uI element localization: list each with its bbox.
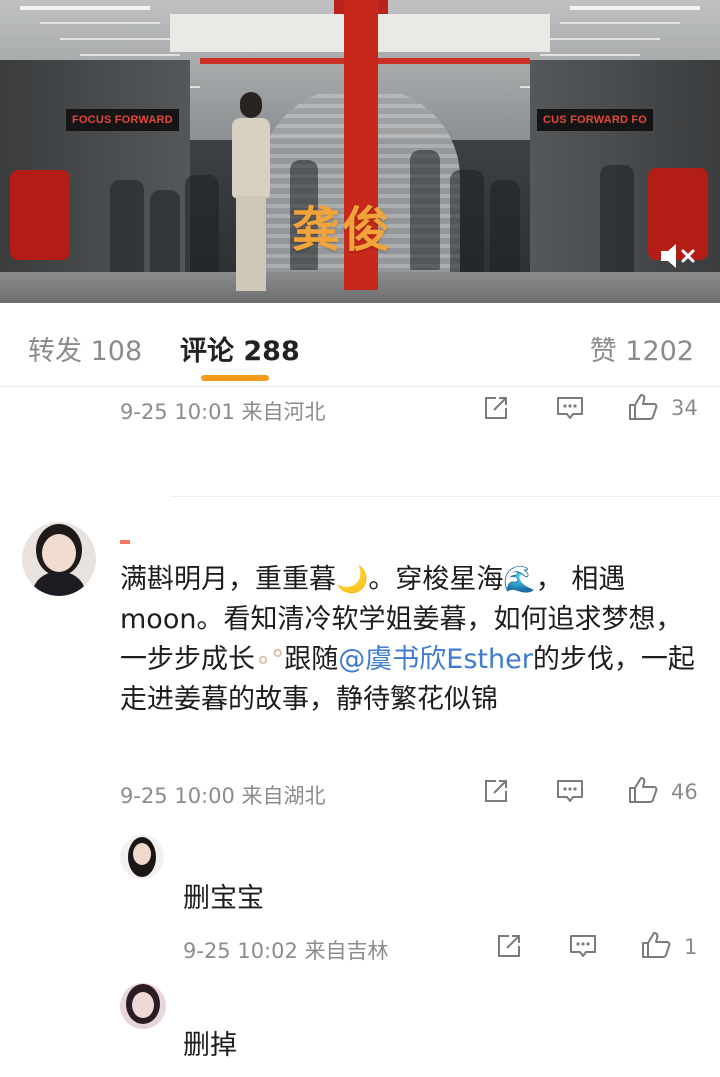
tab-repost[interactable]: 转发 108 <box>28 329 142 368</box>
like-count: 1 <box>684 935 698 959</box>
share-icon[interactable] <box>495 932 523 960</box>
wave-emoji: 🌊 <box>503 565 536 595</box>
share-icon[interactable] <box>482 777 510 805</box>
thumb-up-icon[interactable] <box>640 930 672 960</box>
comment-icon[interactable] <box>555 394 585 422</box>
video-title: 龚俊 <box>292 202 393 258</box>
moon-emoji: 🌙 <box>336 565 369 595</box>
comment-icon[interactable] <box>555 777 585 805</box>
thumb-up-icon[interactable] <box>627 392 659 422</box>
tab-likes[interactable]: 赞 1202 <box>590 329 694 368</box>
avatar[interactable] <box>22 522 96 596</box>
comment-time-location: 9-25 10:01 来自河北 <box>120 400 326 424</box>
comment-icon[interactable] <box>568 932 598 960</box>
mention-link[interactable]: @虞书欣Esther <box>338 644 533 675</box>
bubble-emoji: ∘° <box>255 645 285 675</box>
avatar[interactable] <box>120 983 166 1029</box>
username-fragment <box>120 540 130 544</box>
thumb-up-icon[interactable] <box>627 775 659 805</box>
avatar[interactable] <box>120 835 164 879</box>
speaker-mute-icon[interactable] <box>657 240 699 272</box>
tab-comments[interactable]: 评论 288 <box>180 329 300 368</box>
reply-username[interactable]: 删掉 <box>183 1023 237 1062</box>
like-count: 46 <box>671 780 698 804</box>
comment-tabs: 转发 108 评论 288 赞 1202 <box>0 303 720 387</box>
sign-left: FOCUS FORWARD <box>66 109 179 131</box>
active-tab-indicator <box>201 375 269 381</box>
share-icon[interactable] <box>482 394 510 422</box>
video-player[interactable]: FOCUS FORWARD CUS FORWARD FO 龚俊 <box>0 0 720 303</box>
reply-username[interactable]: 删宝宝 <box>183 876 264 915</box>
comment-text: 满斟明月，重重暮🌙。穿梭星海🌊， 相遇moon。看知清冷软学姐姜暮，如何追求梦想… <box>120 560 700 720</box>
like-count: 34 <box>671 396 698 420</box>
comment-time-location: 9-25 10:00 来自湖北 <box>120 784 326 808</box>
sign-right: CUS FORWARD FO <box>537 109 654 131</box>
video-person <box>228 92 274 297</box>
reply-time-location: 9-25 10:02 来自吉林 <box>183 939 389 963</box>
